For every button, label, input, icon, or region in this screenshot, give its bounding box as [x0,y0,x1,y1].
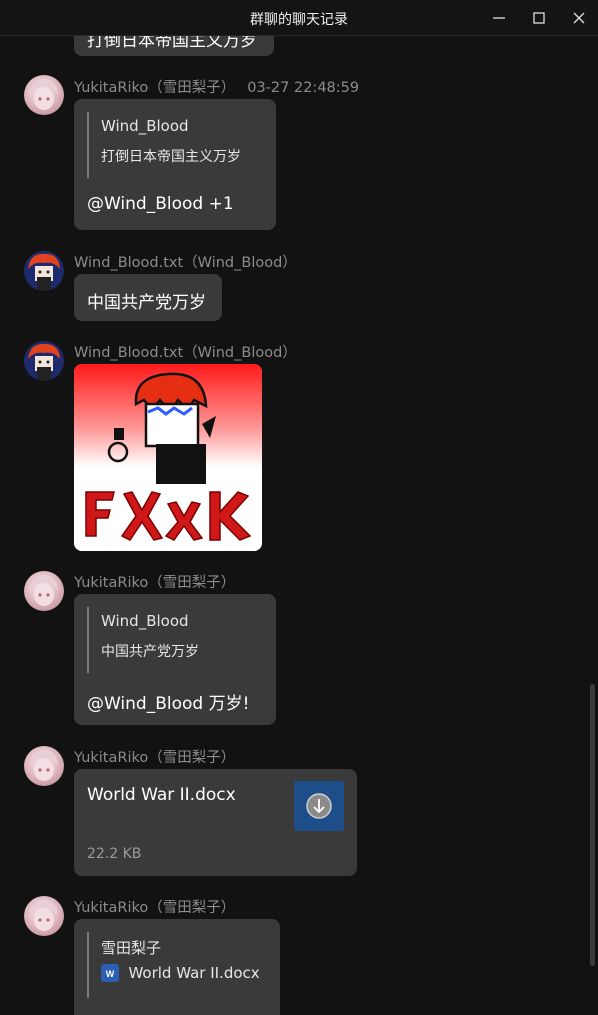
quote-bar [87,607,89,673]
avatar[interactable] [24,341,64,381]
anime-girl-avatar-icon [30,900,58,931]
minimize-button[interactable] [482,4,516,32]
sender-name: YukitaRiko（雪田梨子） 03-27 22:48:59 [74,76,359,97]
message-bubble[interactable]: 雪田梨子 W World War II.docx [74,919,280,1015]
chat-history-window: 群聊的聊天记录 打倒日本帝国主义万岁 YukitaRiko（雪田梨子） 03-27… [0,0,598,1015]
avatar[interactable] [24,746,64,786]
quoted-file[interactable]: W World War II.docx [101,964,260,984]
message-time: 03-27 22:48:59 [247,80,360,96]
message-text: @Wind_Blood +1 [87,194,234,214]
sender-name: YukitaRiko（雪田梨子） [74,900,236,916]
message-bubble[interactable]: Wind_Blood 打倒日本帝国主义万岁 @Wind_Blood +1 [74,99,276,230]
avatar[interactable] [24,75,64,115]
sticker-image[interactable] [74,364,262,551]
quote-bar [87,932,89,998]
download-icon [306,793,332,819]
svg-text:W: W [106,969,115,979]
message-text: @Wind_Blood 万岁! [87,694,250,714]
scrollbar-thumb[interactable] [590,684,595,966]
avatar[interactable] [24,251,64,291]
quote-author: Wind_Blood [101,117,189,135]
quote-text: 中国共产党万岁 [101,644,199,660]
file-message-bubble[interactable]: World War II.docx 22.2 KB [74,769,357,876]
quote-author: 雪田梨子 [101,939,162,957]
close-button[interactable] [562,4,596,32]
message-text: 中国共产党万岁 [87,293,206,313]
quoted-file-name: World War II.docx [128,964,260,982]
message-bubble[interactable]: 中国共产党万岁 [74,274,222,321]
word-doc-icon: W [101,964,119,982]
sender-name: Wind_Blood.txt（Wind_Blood） [74,345,297,361]
minimize-icon [493,17,505,19]
quote-author: Wind_Blood [101,612,189,630]
message-bubble[interactable]: Wind_Blood 中国共产党万岁 @Wind_Blood 万岁! [74,594,276,725]
maximize-button[interactable] [522,4,556,32]
quote-text: 打倒日本帝国主义万岁 [101,149,241,165]
fxxk-sticker-icon [74,364,262,551]
quote-bar [87,112,89,178]
sender-label: YukitaRiko（雪田梨子） [74,80,236,96]
file-name: World War II.docx [87,785,236,805]
red-hair-character-avatar-icon [24,251,64,291]
avatar[interactable] [24,896,64,936]
sender-name: YukitaRiko（雪田梨子） [74,575,236,591]
file-size: 22.2 KB [87,846,142,862]
file-download-button[interactable] [294,781,344,831]
sender-name: Wind_Blood.txt（Wind_Blood） [74,255,297,271]
avatar[interactable] [24,571,64,611]
close-icon [573,12,585,24]
anime-girl-avatar-icon [30,575,58,606]
red-hair-character-avatar-icon [24,341,64,381]
anime-girl-avatar-icon [30,79,58,110]
maximize-icon [533,12,545,24]
anime-girl-avatar-icon [30,750,58,781]
title-bar: 群聊的聊天记录 [0,0,598,36]
sender-name: YukitaRiko（雪田梨子） [74,750,236,766]
